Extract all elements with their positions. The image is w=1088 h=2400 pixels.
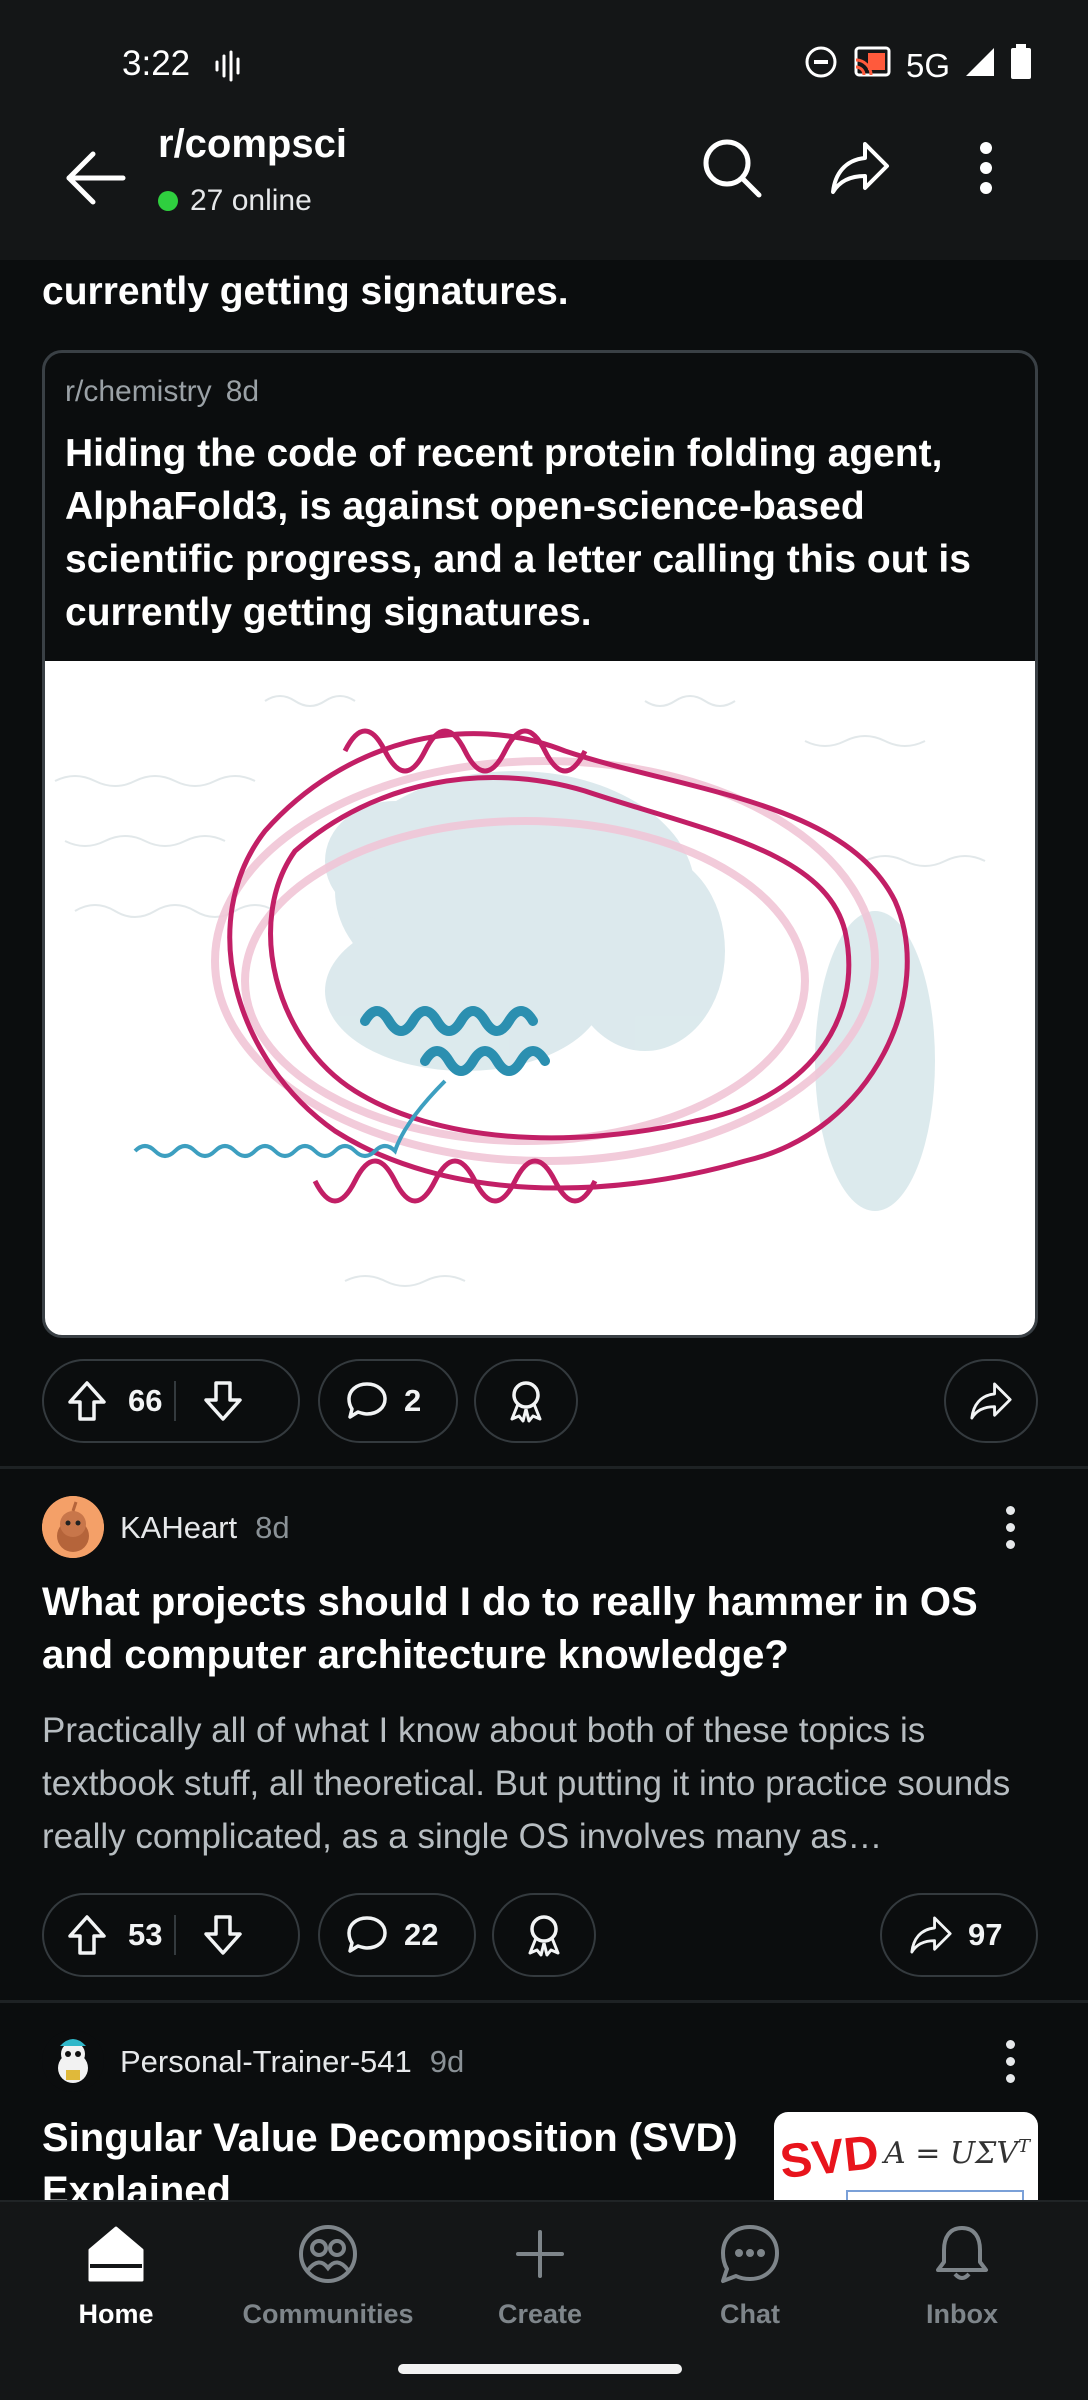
vote-control: 53 (42, 1893, 300, 1977)
post-age: 8d (255, 1510, 290, 1545)
status-time: 3:22 (122, 44, 191, 83)
post-options-icon[interactable] (990, 1497, 1030, 1557)
post-title[interactable]: Singular Value Decomposition (SVD) Expla… (42, 2112, 762, 2200)
bell-icon (930, 2224, 994, 2291)
award-button[interactable] (474, 1359, 578, 1443)
avatar[interactable] (42, 2030, 104, 2092)
post-meta: Personal-Trainer-541 9d (120, 2044, 464, 2080)
award-icon (521, 1912, 567, 1958)
nav-create[interactable]: Create (460, 2224, 620, 2330)
comments-button[interactable]: 2 (318, 1359, 458, 1443)
comment-icon (344, 1378, 390, 1424)
share-icon[interactable] (820, 128, 900, 208)
post-title[interactable]: What projects should I do to really hamm… (42, 1576, 1042, 1682)
comment-count: 2 (404, 1383, 422, 1418)
online-dot (158, 191, 178, 211)
signal-icon (964, 46, 996, 86)
upvote-icon[interactable] (64, 1912, 110, 1958)
crosspost-age: 8d (225, 375, 260, 408)
battery-icon (1010, 44, 1032, 88)
crosspost-title[interactable]: Hiding the code of recent protein foldin… (65, 427, 1015, 639)
post-age: 9d (429, 2044, 465, 2079)
plus-icon (508, 2224, 572, 2291)
thumbnail-matrix-boxes (846, 2190, 1024, 2200)
post-author[interactable]: Personal-Trainer-541 (120, 2044, 412, 2080)
vote-divider (174, 1381, 177, 1421)
thumbnail-svd-label: SVD (777, 2125, 882, 2190)
post-body-preview[interactable]: Practically all of what I know about bot… (42, 1704, 1042, 1863)
vote-count: 66 (128, 1383, 163, 1418)
nav-communities[interactable]: Communities (242, 2224, 414, 2330)
cast-icon (852, 45, 892, 87)
nav-home[interactable]: Home (36, 2224, 196, 2330)
dnd-icon (804, 45, 838, 87)
downvote-icon[interactable] (200, 1378, 246, 1424)
share-icon (908, 1912, 954, 1958)
nav-chat[interactable]: Chat (670, 2224, 830, 2330)
post-thumbnail[interactable]: SVD A = UΣVT (774, 2112, 1038, 2200)
upvote-icon[interactable] (64, 1378, 110, 1424)
post-divider (0, 2000, 1088, 2003)
voicemail-icon (214, 50, 244, 87)
share-icon (968, 1378, 1014, 1424)
post-meta: KAHeart 8d (120, 1510, 290, 1546)
back-arrow-icon[interactable] (56, 138, 136, 218)
post-divider (0, 1466, 1088, 1469)
subreddit-title[interactable]: r/compsci (158, 122, 347, 167)
home-icon (84, 2224, 148, 2291)
share-button[interactable]: 97 (880, 1893, 1038, 1977)
thumbnail-formula: A = UΣVT (884, 2136, 1031, 2171)
chat-icon (718, 2224, 782, 2291)
award-button[interactable] (492, 1893, 596, 1977)
vote-divider (174, 1915, 177, 1955)
network-type: 5G (905, 47, 950, 84)
online-count: 27 online (158, 184, 312, 218)
post-options-icon[interactable] (990, 2031, 1030, 2091)
nav-inbox[interactable]: Inbox (882, 2224, 1042, 2330)
comments-button[interactable]: 22 (318, 1893, 476, 1977)
crosspost-meta: r/chemistry 8d (65, 375, 259, 409)
comment-icon (344, 1912, 390, 1958)
post-author[interactable]: KAHeart (120, 1510, 237, 1546)
crosspost-card[interactable]: r/chemistry 8d Hiding the code of recent … (42, 350, 1038, 1338)
communities-icon (296, 2224, 360, 2291)
avatar[interactable] (42, 1496, 104, 1558)
share-count: 97 (968, 1917, 1003, 1952)
kebab-menu-icon[interactable] (946, 128, 1026, 208)
downvote-icon[interactable] (200, 1912, 246, 1958)
award-icon (503, 1378, 549, 1424)
status-icons: 5G (804, 44, 1032, 88)
crosspost-subreddit[interactable]: r/chemistry (65, 375, 212, 408)
online-text: 27 online (190, 184, 312, 217)
search-icon[interactable] (692, 128, 772, 208)
comment-count: 22 (404, 1917, 439, 1952)
protein-structure-image[interactable] (45, 661, 1035, 1335)
share-button[interactable] (944, 1359, 1038, 1443)
home-indicator[interactable] (398, 2364, 682, 2374)
vote-control: 66 (42, 1359, 300, 1443)
previous-post-title-tail[interactable]: currently getting signatures. (42, 270, 569, 314)
vote-count: 53 (128, 1917, 163, 1952)
